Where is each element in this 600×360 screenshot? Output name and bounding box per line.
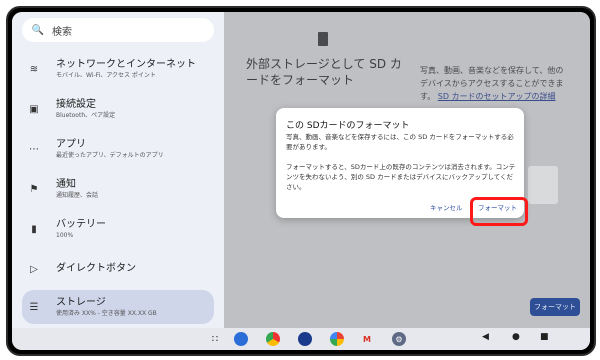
dialog-title: この SDカードのフォーマット bbox=[286, 121, 410, 131]
camera-icon[interactable] bbox=[298, 332, 312, 346]
bell-icon: ⚑ bbox=[29, 183, 39, 195]
sidebar-item-label: アプリ bbox=[56, 138, 86, 150]
home-button[interactable]: ● bbox=[512, 332, 520, 342]
storage-icon: ☰ bbox=[29, 301, 39, 313]
gmail-icon[interactable]: M bbox=[360, 332, 374, 346]
wifi-icon: ≋ bbox=[29, 63, 39, 75]
sidebar-item-sub: 通知履歴、会話 bbox=[56, 191, 99, 199]
sidebar-item-sub: 最近使ったアプリ、デフォルトのアプリ bbox=[56, 151, 164, 159]
sidebar-item-label: ネットワークとインターネット bbox=[56, 58, 196, 70]
page-title: 外部ストレージとして SD カードをフォーマット bbox=[246, 57, 402, 87]
highlight-box bbox=[470, 197, 528, 226]
sd-card-icon bbox=[318, 32, 328, 46]
sidebar-item-notifications[interactable]: ⚑ 通知 通知履歴、会話 bbox=[22, 174, 214, 204]
sidebar-item-direct-button[interactable]: ▷ ダイレクトボタン bbox=[22, 256, 214, 282]
direct-button-icon: ▷ bbox=[30, 263, 38, 275]
format-button[interactable]: フォーマット bbox=[530, 298, 580, 316]
sidebar-item-sub: 使用済み XX% - 空き容量 XX.XX GB bbox=[56, 309, 157, 317]
sd-illustration bbox=[528, 166, 558, 204]
sidebar-item-battery[interactable]: ▮ バッテリー 100% bbox=[22, 214, 214, 244]
sidebar-item-connections[interactable]: ▣ 接続設定 Bluetooth、ペア設定 bbox=[22, 94, 214, 124]
chrome-icon[interactable] bbox=[266, 332, 280, 346]
sidebar-item-sub: Bluetooth、ペア設定 bbox=[56, 111, 116, 119]
photos-icon[interactable] bbox=[330, 332, 344, 346]
back-button[interactable]: ◀ bbox=[482, 332, 489, 342]
search-bar[interactable]: 🔍 検索 bbox=[22, 18, 214, 42]
assistant-icon[interactable] bbox=[234, 332, 248, 346]
search-placeholder: 検索 bbox=[52, 26, 72, 38]
recents-button[interactable]: ■ bbox=[540, 332, 549, 342]
apps-grid-icon: ⋯ bbox=[29, 143, 39, 155]
cancel-button[interactable]: キャンセル bbox=[430, 202, 463, 212]
settings-sidebar: 🔍 検索 ≋ ネットワークとインターネット モバイル、Wi-Fi、アクセス ポイ… bbox=[12, 12, 224, 328]
setup-details-link[interactable]: SD カードのセットアップの詳細 bbox=[438, 92, 556, 101]
settings-icon[interactable]: ⚙ bbox=[392, 332, 406, 346]
sidebar-item-sub: モバイル、Wi-Fi、アクセス ポイント bbox=[56, 71, 156, 79]
sidebar-item-label: ダイレクトボタン bbox=[56, 263, 136, 274]
sidebar-item-storage[interactable]: ☰ ストレージ 使用済み XX% - 空き容量 XX.XX GB bbox=[22, 290, 214, 324]
battery-icon: ▮ bbox=[31, 223, 37, 235]
sidebar-item-network[interactable]: ≋ ネットワークとインターネット モバイル、Wi-Fi、アクセス ポイント bbox=[22, 54, 214, 84]
sidebar-item-label: 通知 bbox=[56, 178, 76, 190]
sidebar-item-label: ストレージ bbox=[56, 296, 106, 308]
devices-icon: ▣ bbox=[29, 103, 39, 115]
sidebar-item-label: 接続設定 bbox=[56, 98, 96, 110]
dialog-paragraph-1: 写真、動画、音楽などを保存するには、この SD カードをフォーマットする必要があ… bbox=[286, 133, 514, 151]
sidebar-item-sub: 100% bbox=[56, 231, 74, 239]
search-icon: 🔍 bbox=[31, 24, 45, 36]
taskbar: ∷ M ⚙ ◀ ● ■ bbox=[12, 328, 590, 350]
sidebar-item-label: バッテリー bbox=[56, 218, 106, 230]
app-drawer-icon[interactable]: ∷ bbox=[208, 332, 222, 346]
page-description: 写真、動画、音楽などを保存して、他のデバイスからアクセスすることができます。 S… bbox=[420, 64, 570, 103]
sidebar-item-apps[interactable]: ⋯ アプリ 最近使ったアプリ、デフォルトのアプリ bbox=[22, 134, 214, 164]
dialog-paragraph-2: フォーマットすると、SDカード上の既存のコンテンツは消去されます。コンテンツを失… bbox=[286, 163, 516, 191]
